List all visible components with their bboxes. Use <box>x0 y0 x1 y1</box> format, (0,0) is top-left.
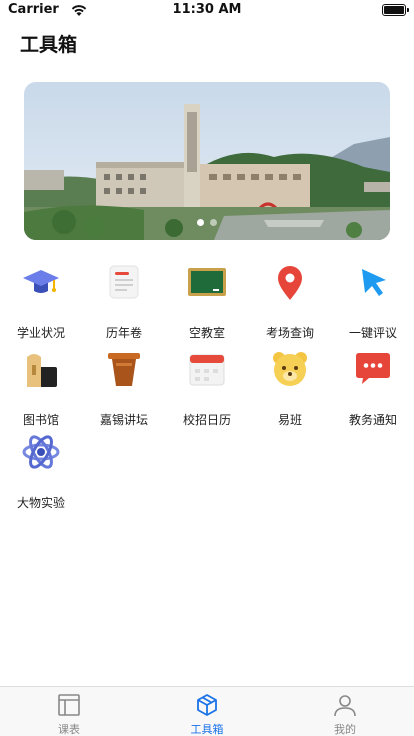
page-title: 工具箱 <box>20 34 78 56</box>
tab-profile[interactable]: 我的 <box>276 687 414 736</box>
calendar-icon <box>189 354 225 386</box>
tool-library[interactable]: 图书馆 <box>0 349 82 429</box>
tab-label: 工具箱 <box>190 723 224 736</box>
tool-academic-notice[interactable]: 教务通知 <box>332 349 414 429</box>
carousel-dot-2[interactable] <box>210 219 217 226</box>
tab-schedule[interactable]: 课表 <box>0 687 138 736</box>
tool-academic-status[interactable]: 学业状况 <box>0 262 82 342</box>
profile-icon <box>334 695 356 717</box>
tool-label: 考场查询 <box>265 326 314 340</box>
tool-label: 校招日历 <box>182 413 231 427</box>
tool-label: 图书馆 <box>22 413 59 427</box>
tab-label: 我的 <box>334 723 356 736</box>
clock-label: 11:30 AM <box>172 2 242 17</box>
tool-yiban[interactable]: 易班 <box>249 349 331 429</box>
schedule-icon <box>58 694 80 716</box>
tool-label: 嘉锡讲坛 <box>99 413 148 427</box>
tool-label: 空教室 <box>188 326 225 340</box>
tool-one-click-review[interactable]: 一键评议 <box>332 262 414 342</box>
tab-bar: 课表 工具箱 我的 <box>0 686 414 736</box>
bear-icon <box>273 352 307 386</box>
tool-exam-room-query[interactable]: 考场查询 <box>249 262 331 342</box>
message-icon <box>356 353 390 384</box>
tool-label: 大物实验 <box>16 496 65 510</box>
battery-icon <box>382 4 409 16</box>
library-icon <box>27 354 57 387</box>
tool-label: 历年卷 <box>105 326 142 340</box>
tool-empty-classroom[interactable]: 空教室 <box>166 262 248 342</box>
document-icon <box>109 265 139 299</box>
tool-label: 学业状况 <box>16 326 65 340</box>
tool-past-exams[interactable]: 历年卷 <box>83 262 165 342</box>
banner-carousel[interactable] <box>24 82 390 240</box>
toolbox-icon <box>197 694 217 716</box>
tool-recruitment-calendar[interactable]: 校招日历 <box>166 349 248 429</box>
podium-icon <box>108 353 140 386</box>
tool-label: 易班 <box>277 413 302 427</box>
blackboard-icon <box>188 268 226 296</box>
tool-label: 一键评议 <box>348 326 397 340</box>
carousel-indicator <box>24 211 390 230</box>
status-bar: Carrier 11:30 AM <box>0 0 414 20</box>
tool-physics-lab[interactable]: 大物实验 <box>0 432 82 512</box>
location-pin-icon <box>278 266 302 300</box>
graduation-cap-icon <box>23 270 59 293</box>
tool-label: 教务通知 <box>348 413 397 427</box>
atom-icon <box>22 435 60 469</box>
carousel-dot-1[interactable] <box>197 219 204 226</box>
tool-jiaxi-forum[interactable]: 嘉锡讲坛 <box>83 349 165 429</box>
cursor-icon <box>362 269 386 296</box>
tab-toolbox[interactable]: 工具箱 <box>138 687 276 736</box>
tab-label: 课表 <box>58 723 80 736</box>
